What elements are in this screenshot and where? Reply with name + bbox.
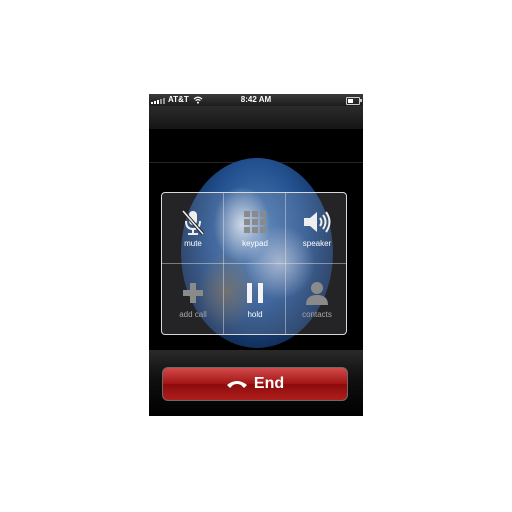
pause-icon [247, 283, 263, 303]
phone-screen: AT&T 8:42 AM mute keypad speaker add cal… [149, 94, 363, 416]
hold-button[interactable]: hold [224, 264, 286, 335]
contacts-label: contacts [302, 310, 332, 319]
end-call-button[interactable]: End [162, 367, 348, 401]
keypad-button[interactable]: keypad [224, 193, 286, 264]
status-bar: AT&T 8:42 AM [149, 94, 363, 106]
keypad-grid-icon [244, 211, 266, 233]
battery-icon [346, 97, 362, 105]
call-controls-panel: mute keypad speaker add call hold contac… [161, 192, 347, 335]
person-icon [306, 282, 328, 305]
add-call-label: add call [179, 310, 207, 319]
mute-button[interactable]: mute [162, 193, 224, 264]
phone-hangup-icon [226, 381, 247, 388]
contacts-button[interactable]: contacts [286, 264, 348, 335]
hold-label: hold [247, 310, 263, 319]
keypad-label: keypad [242, 239, 268, 248]
mute-microphone-icon [181, 209, 205, 236]
end-call-label: End [253, 375, 285, 392]
speaker-button[interactable]: speaker [286, 193, 348, 264]
plus-icon [183, 283, 203, 303]
caller-info-bar [149, 106, 363, 130]
add-call-button[interactable]: add call [162, 264, 224, 335]
speaker-label: speaker [302, 239, 332, 248]
clock: 8:42 AM [240, 95, 272, 104]
mute-label: mute [184, 239, 202, 248]
speaker-icon [304, 211, 331, 233]
